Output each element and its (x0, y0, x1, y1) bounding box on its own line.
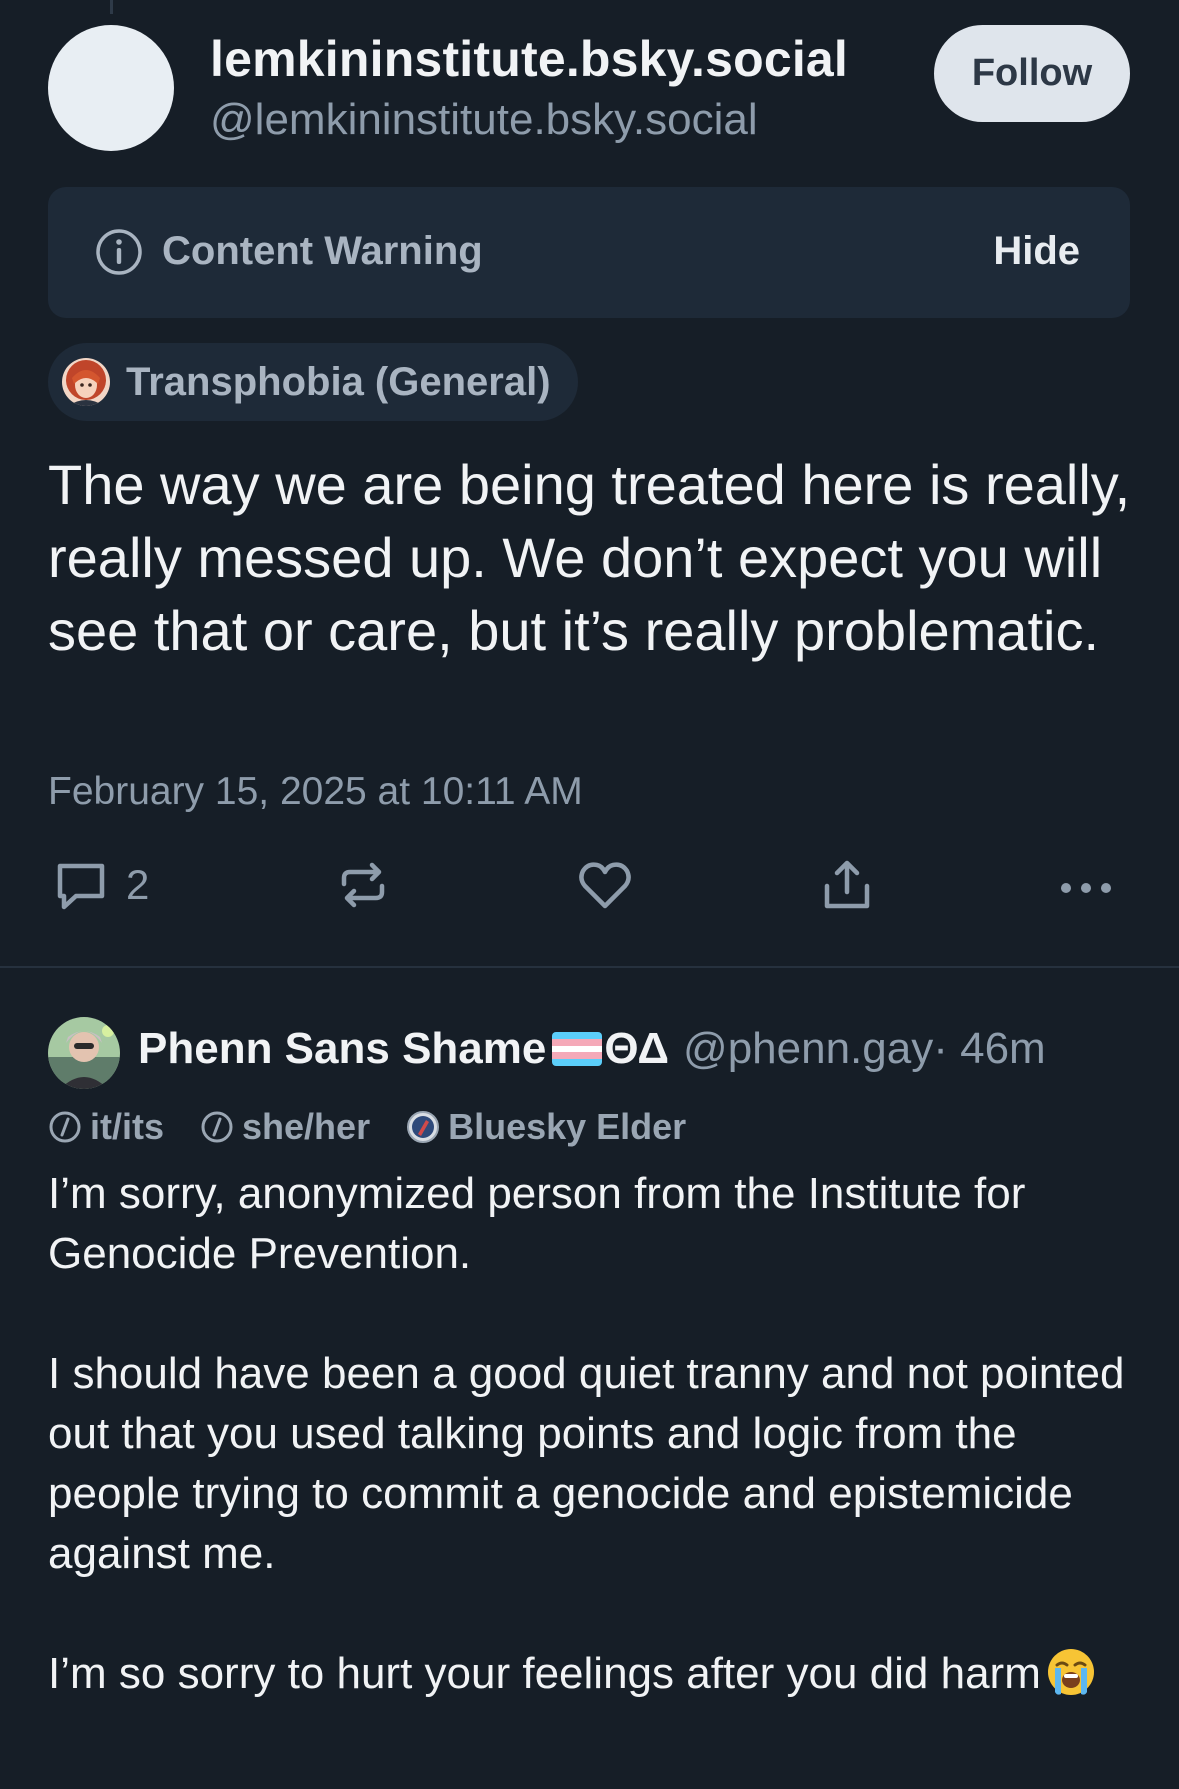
loudly-crying-face-emoji-icon (1047, 1649, 1094, 1695)
heart-icon (579, 862, 631, 909)
elder-badge-icon (407, 1111, 440, 1143)
main-post: lemkininstitute.bsky.social @lemkininsti… (0, 0, 1179, 966)
reply-name-symbols: ΘΔ (604, 1024, 670, 1073)
badge-label: Bluesky Elder (448, 1106, 687, 1147)
reply-timestamp[interactable]: · 46m (933, 1024, 1045, 1074)
hide-button[interactable]: Hide (993, 229, 1080, 274)
repost-button[interactable] (334, 856, 392, 914)
author-display-name[interactable]: lemkininstitute.bsky.social (210, 30, 848, 88)
avatar[interactable] (48, 1017, 120, 1089)
label-text: Transphobia (General) (126, 359, 551, 404)
reply-author-handle[interactable]: @phenn.gay (683, 1024, 933, 1074)
badge-label: she/her (242, 1106, 371, 1147)
elder-badge[interactable]: Bluesky Elder (406, 1106, 686, 1148)
moderation-label-pill[interactable]: Transphobia (General) (48, 343, 578, 421)
reply-bubble-icon (57, 863, 105, 910)
reply-paragraph: I’m so sorry to hurt your feelings after… (48, 1649, 1041, 1698)
reply-post[interactable]: Phenn Sans Shame ΘΔ @phenn.gay · 46m it/… (0, 968, 1179, 1789)
transgender-flag-icon (552, 1032, 603, 1066)
labeler-avatar (62, 358, 110, 406)
follow-button[interactable]: Follow (934, 25, 1130, 122)
post-timestamp[interactable]: February 15, 2025 at 10:11 AM (48, 770, 583, 814)
repost-icon (341, 862, 385, 908)
content-warning-banner[interactable]: Content Warning Hide (48, 187, 1130, 318)
profile-badges: it/its she/her Bluesky Elder (48, 1106, 686, 1148)
more-options-button[interactable] (1058, 856, 1114, 914)
pronoun-badge[interactable]: she/her (200, 1106, 370, 1148)
reply-count: 2 (126, 861, 150, 908)
share-icon (824, 860, 870, 909)
reply-paragraph: I’m sorry, anonymized person from the In… (48, 1169, 1038, 1278)
like-button[interactable] (576, 856, 634, 914)
post-body-text: The way we are being treated here is rea… (48, 453, 1146, 662)
badge-label: it/its (90, 1106, 165, 1147)
content-warning-label: Content Warning (162, 229, 483, 273)
reply-paragraph: I should have been a good quiet tranny a… (48, 1349, 1137, 1578)
author-handle[interactable]: @lemkininstitute.bsky.social (210, 95, 758, 145)
reply-button[interactable]: 2 (52, 856, 149, 914)
pronoun-badge[interactable]: it/its (48, 1106, 164, 1148)
more-dots-icon (1061, 883, 1111, 893)
reply-header: Phenn Sans Shame ΘΔ @phenn.gay · 46m (138, 1024, 1046, 1074)
share-button[interactable] (818, 856, 876, 914)
slash-circle-icon (201, 1111, 233, 1143)
post-action-bar: 2 (0, 856, 1179, 926)
reply-body-text: I’m sorry, anonymized person from the In… (48, 1164, 1158, 1704)
reply-author-name[interactable]: Phenn Sans Shame (138, 1024, 546, 1074)
info-circle-icon (96, 229, 142, 275)
slash-circle-icon (49, 1111, 81, 1143)
avatar[interactable] (48, 25, 174, 151)
